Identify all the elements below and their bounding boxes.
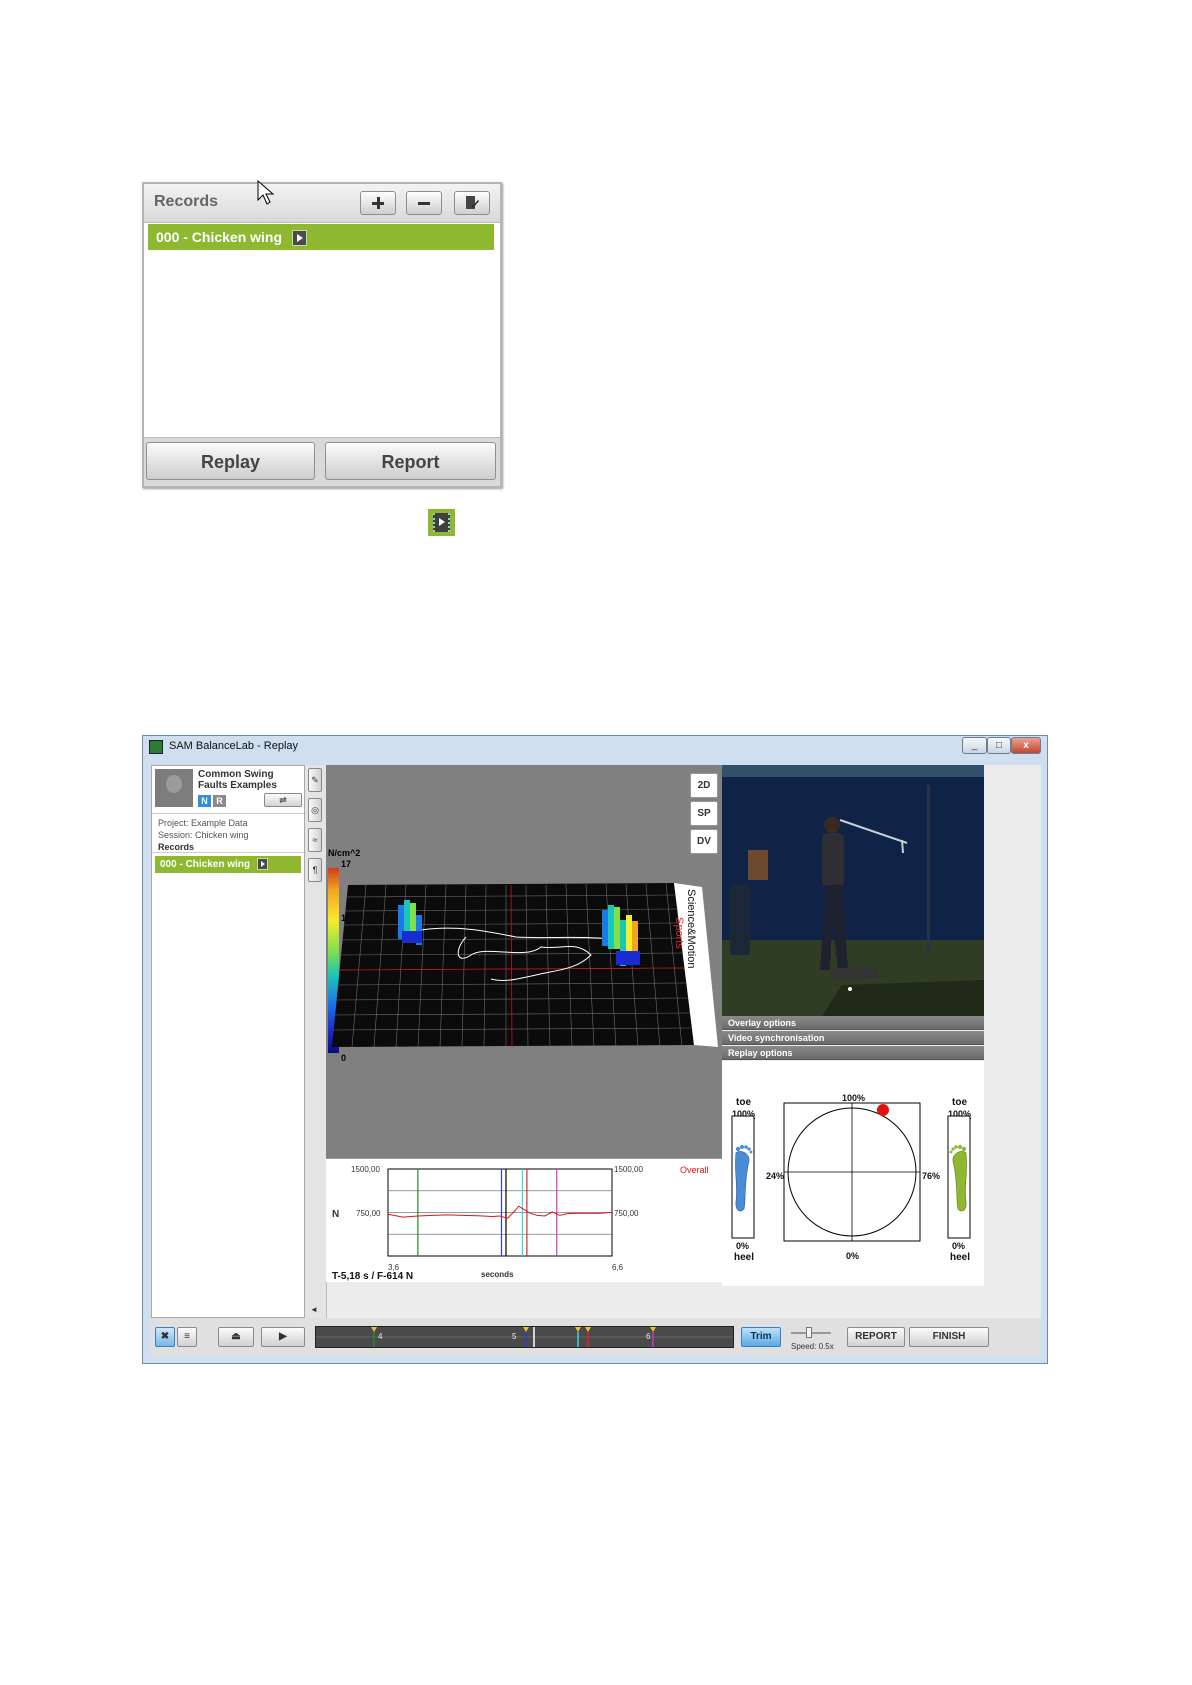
eject-icon: ⏏ — [231, 1331, 241, 1342]
speed-slider[interactable] — [791, 1327, 831, 1338]
records-footer: Replay Report — [144, 437, 500, 486]
add-record-button[interactable] — [360, 191, 396, 215]
speed-slider-handle[interactable] — [806, 1327, 812, 1338]
timeline-scrubber[interactable]: 4 5 6 — [315, 1326, 734, 1348]
records-heading: Records — [158, 842, 195, 852]
overlay-options-header[interactable]: Overlay options — [722, 1016, 984, 1030]
window-titlebar: SAM BalanceLab - Replay _ □ x — [143, 736, 1047, 758]
video-icon-legend — [428, 509, 455, 536]
y-top-left-label: 1500,00 — [351, 1165, 380, 1174]
mouse-cursor-icon — [257, 180, 275, 205]
window-title: SAM BalanceLab - Replay — [169, 740, 299, 752]
swap-user-button[interactable]: ⇌ — [264, 793, 302, 807]
force-chart-svg — [387, 1168, 613, 1257]
video-sync-header[interactable]: Video synchronisation — [722, 1031, 984, 1045]
divider — [152, 813, 304, 814]
swing-video[interactable] — [722, 765, 984, 1016]
brand-line-2: Sports — [673, 917, 685, 949]
speed-label: Speed: 0.5x — [791, 1342, 834, 1351]
timeline-tick-5: 5 — [512, 1332, 517, 1341]
play-button[interactable]: ▶ — [261, 1327, 305, 1347]
avatar — [155, 769, 193, 807]
x-axis-label: seconds — [481, 1270, 514, 1279]
plus-icon — [372, 197, 384, 209]
collapse-arrow-icon[interactable]: ◄ — [310, 1305, 318, 1314]
minus-icon — [418, 202, 430, 205]
pressure-3d-view[interactable]: 2D SP DV N/cm^2 17 1 0 Science&Motion Sp… — [326, 765, 722, 1158]
y-axis-label: N — [332, 1209, 340, 1220]
session-sidebar: Common Swing Faults Examples N R ⇌ Proje… — [151, 765, 305, 1318]
time-force-readout: T-5,18 s / F-614 N — [332, 1271, 414, 1282]
video-icon[interactable] — [291, 230, 307, 247]
video-frame — [722, 765, 984, 1016]
series-label: Overall — [680, 1165, 709, 1175]
app-icon — [149, 740, 163, 754]
play-icon: ▶ — [279, 1331, 287, 1342]
divider — [152, 852, 304, 853]
bottom-toolbar: ✖ ≡ ⏏ ▶ 4 5 6 Trim Speed: 0.5x REPORT FI… — [151, 1318, 1041, 1356]
video-icon — [433, 513, 450, 532]
view-toolstrip: ✎ ◎ ≈ ¶ ◄ — [305, 765, 327, 1318]
wrench-icon: ✖ — [160, 1331, 170, 1342]
report-button[interactable]: Report — [325, 442, 496, 480]
tools-button[interactable]: ✖ — [155, 1327, 175, 1347]
foot-tool-button[interactable]: ¶ — [308, 858, 322, 882]
record-item-chicken-wing[interactable]: 000 - Chicken wing — [155, 856, 301, 873]
trim-button[interactable]: Trim — [741, 1327, 781, 1347]
report-button[interactable]: REPORT — [847, 1327, 905, 1347]
project-label: Project: Example Data — [158, 818, 248, 828]
replay-options-header[interactable]: Replay options — [722, 1046, 984, 1060]
record-item-label: 000 - Chicken wing — [156, 229, 283, 245]
wave-tool-button[interactable]: ≈ — [308, 828, 322, 852]
y-mid-left-label: 750,00 — [356, 1209, 381, 1218]
minimize-button[interactable]: _ — [962, 737, 987, 754]
records-panel: Records 000 - Chicken wing Replay Report — [142, 182, 502, 488]
replay-button[interactable]: Replay — [146, 442, 315, 480]
window-client: Common Swing Faults Examples N R ⇌ Proje… — [151, 765, 1041, 1356]
edit-record-button[interactable] — [454, 191, 490, 215]
record-item-chicken-wing[interactable]: 000 - Chicken wing — [148, 224, 494, 250]
y-mid-right-label: 750,00 — [614, 1209, 639, 1218]
badge-r[interactable]: R — [213, 795, 226, 807]
x-max-label: 6,6 — [612, 1263, 624, 1272]
timeline-tick-4: 4 — [378, 1332, 383, 1341]
badge-n[interactable]: N — [198, 795, 211, 807]
balancelab-replay-window: SAM BalanceLab - Replay _ □ x Common Swi… — [142, 735, 1048, 1364]
target-tool-button[interactable]: ◎ — [308, 798, 322, 822]
maximize-button[interactable]: □ — [987, 737, 1011, 754]
pressure-plate: Science&Motion Sports — [332, 882, 718, 1048]
list-icon: ≡ — [184, 1331, 190, 1342]
eject-button[interactable]: ⏏ — [218, 1327, 254, 1347]
session-label: Session: Chicken wing — [158, 830, 249, 840]
finish-button[interactable]: FINISH — [909, 1327, 989, 1347]
records-title: Records — [154, 193, 219, 210]
timeline-tick-6: 6 — [646, 1332, 651, 1341]
force-chart[interactable]: 1500,00 750,00 1500,00 750,00 N Overall … — [326, 1158, 722, 1282]
balance-marker — [877, 1104, 889, 1116]
edit-note-icon — [466, 196, 479, 209]
balance-panel: toe 100% toe 100% 0% heel 0% heel 100% 2… — [722, 1061, 984, 1286]
brand-line-1: Science&Motion — [685, 889, 697, 969]
list-button[interactable]: ≡ — [177, 1327, 197, 1347]
pressure-tool-button[interactable]: ✎ — [308, 768, 322, 792]
remove-record-button[interactable] — [406, 191, 442, 215]
close-button[interactable]: x — [1011, 737, 1041, 754]
balance-graphics — [731, 1102, 971, 1242]
y-top-right-label: 1500,00 — [614, 1165, 643, 1174]
record-item-label: 000 - Chicken wing — [160, 859, 251, 870]
video-icon[interactable] — [256, 858, 268, 871]
user-name: Common Swing Faults Examples — [198, 769, 277, 791]
records-header: Records — [144, 184, 500, 223]
